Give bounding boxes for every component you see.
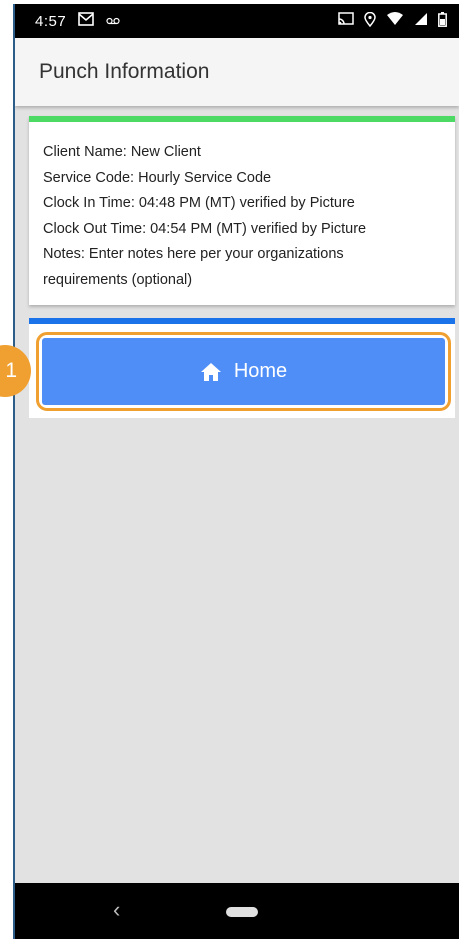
home-button[interactable]: Home <box>42 338 445 405</box>
signal-icon <box>414 12 428 30</box>
status-time: 4:57 <box>35 12 67 30</box>
service-code-text: Service Code: Hourly Service Code <box>43 169 272 186</box>
notes-text-line-2: requirements (optional) <box>43 271 193 288</box>
phone-screen: 4:57 Punch Information Client Name: New … <box>13 4 459 939</box>
client-name-text: Client Name: New Client <box>43 144 201 160</box>
status-bar: 4:57 <box>15 4 459 38</box>
step-badge-number: 1 <box>5 359 17 382</box>
nav-back-button[interactable]: ‹ <box>113 897 120 923</box>
battery-icon <box>438 11 447 31</box>
page-title: Punch Information <box>39 60 210 83</box>
status-right-icons <box>338 4 447 38</box>
app-header: Punch Information <box>15 38 459 106</box>
cast-icon <box>338 12 354 30</box>
home-icon <box>200 362 222 382</box>
clock-in-text: Clock In Time: 04:48 PM (MT) verified by… <box>43 195 355 211</box>
clock-out-text: Clock Out Time: 04:54 PM (MT) verified b… <box>43 220 367 237</box>
home-button-label: Home <box>233 360 288 382</box>
mail-icon <box>78 12 95 30</box>
system-nav-bar: ‹ <box>15 883 459 939</box>
wifi-icon <box>386 12 404 30</box>
status-left-icons <box>78 12 120 30</box>
nav-home-pill[interactable] <box>226 907 258 917</box>
punch-info-card: Client Name: New Client Service Code: Ho… <box>29 116 455 305</box>
voicemail-icon <box>106 13 120 30</box>
notes-text-line-1: Notes: Enter notes here per your organiz… <box>43 246 344 262</box>
location-icon <box>364 11 376 31</box>
